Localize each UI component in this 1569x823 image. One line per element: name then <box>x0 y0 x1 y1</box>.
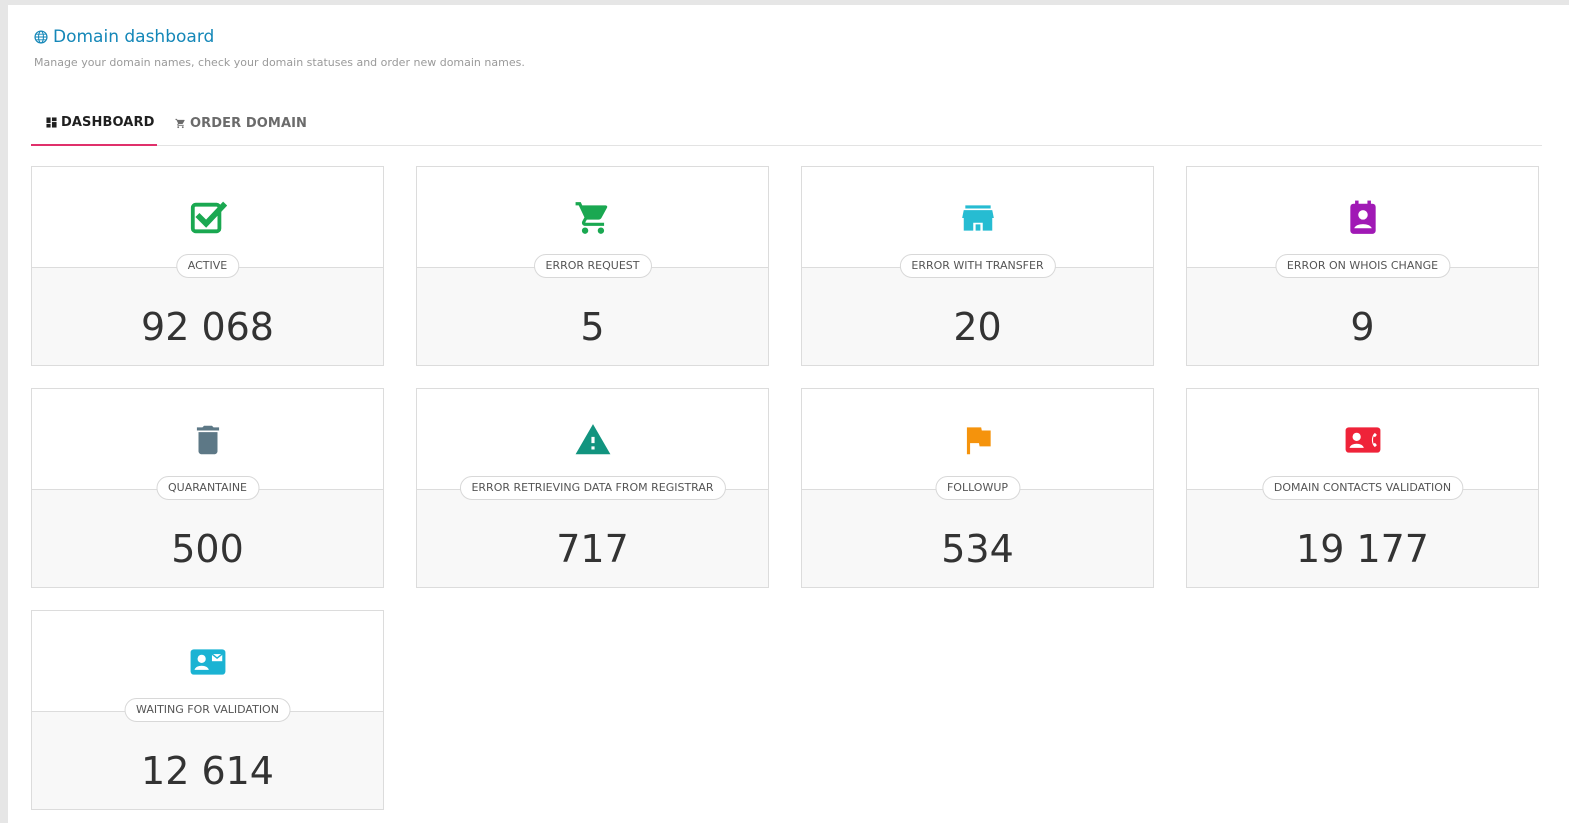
trash-icon <box>189 421 227 459</box>
status-label: WAITING FOR VALIDATION <box>124 698 291 722</box>
tab-order-domain-label: ORDER DOMAIN <box>190 115 308 131</box>
store-icon <box>959 199 997 237</box>
status-card-quarantaine[interactable]: QUARANTAINE 500 <box>31 388 384 588</box>
status-count: 92 068 <box>141 305 274 349</box>
status-count: 5 <box>580 305 605 349</box>
cart-icon <box>574 199 612 237</box>
status-label: ERROR ON WHOIS CHANGE <box>1274 254 1451 278</box>
tab-dashboard[interactable]: DASHBOARD <box>31 101 157 146</box>
page-subtitle: Manage your domain names, check your dom… <box>34 56 525 69</box>
page: Domain dashboard Manage your domain name… <box>8 5 1569 823</box>
status-label: ERROR REQUEST <box>533 254 652 278</box>
warning-icon <box>574 421 612 459</box>
tab-bar: DASHBOARD ORDER DOMAIN <box>31 101 1542 146</box>
account-box-icon <box>1344 199 1382 237</box>
page-title: Domain dashboard <box>34 26 525 48</box>
status-label: ERROR WITH TRANSFER <box>899 254 1056 278</box>
cart-icon <box>175 118 185 128</box>
card-top <box>1187 389 1538 489</box>
card-top <box>32 389 383 489</box>
status-card-error-on-whois-change[interactable]: ERROR ON WHOIS CHANGE 9 <box>1186 166 1539 366</box>
contact-phone-icon <box>1344 421 1382 459</box>
dashboard-icon <box>46 117 57 128</box>
card-top <box>417 389 768 489</box>
status-label: DOMAIN CONTACTS VALIDATION <box>1261 476 1464 500</box>
status-label: FOLLOWUP <box>934 476 1021 500</box>
tab-dashboard-label: DASHBOARD <box>61 115 155 130</box>
status-card-domain-contacts-validation[interactable]: DOMAIN CONTACTS VALIDATION 19 177 <box>1186 388 1539 588</box>
tab-order-domain[interactable]: ORDER DOMAIN <box>174 101 307 145</box>
status-card-waiting-for-validation[interactable]: WAITING FOR VALIDATION 12 614 <box>31 610 384 810</box>
status-card-active[interactable]: ACTIVE 92 068 <box>31 166 384 366</box>
card-top <box>32 167 383 267</box>
status-label: ACTIVE <box>175 254 240 278</box>
status-label: QUARANTAINE <box>156 476 259 500</box>
status-card-error-retrieving-data[interactable]: ERROR RETRIEVING DATA FROM REGISTRAR 717 <box>416 388 769 588</box>
page-title-text: Domain dashboard <box>53 27 215 47</box>
card-top <box>1187 167 1538 267</box>
card-top <box>32 611 383 711</box>
status-count: 534 <box>941 527 1014 571</box>
card-top <box>802 167 1153 267</box>
globe-icon <box>34 30 48 44</box>
status-label: ERROR RETRIEVING DATA FROM REGISTRAR <box>459 476 726 500</box>
status-count: 20 <box>953 305 1002 349</box>
status-card-followup[interactable]: FOLLOWUP 534 <box>801 388 1154 588</box>
flag-icon <box>959 421 997 459</box>
checkbox-icon <box>189 199 227 237</box>
status-card-error-with-transfer[interactable]: ERROR WITH TRANSFER 20 <box>801 166 1154 366</box>
status-count: 500 <box>171 527 244 571</box>
status-count: 12 614 <box>141 749 274 793</box>
status-count: 19 177 <box>1296 527 1429 571</box>
page-header: Domain dashboard Manage your domain name… <box>34 26 525 70</box>
card-top <box>417 167 768 267</box>
card-top <box>802 389 1153 489</box>
status-count: 717 <box>556 527 629 571</box>
status-count: 9 <box>1350 305 1375 349</box>
status-card-error-request[interactable]: ERROR REQUEST 5 <box>416 166 769 366</box>
contact-mail-icon <box>189 643 227 681</box>
